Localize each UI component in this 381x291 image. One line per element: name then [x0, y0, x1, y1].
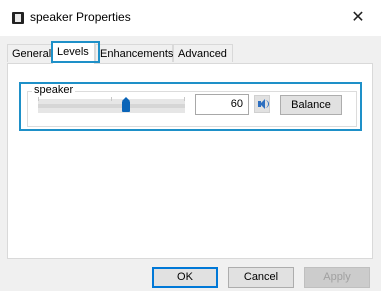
tab-advanced[interactable]: Advanced — [173, 44, 233, 62]
volume-slider[interactable] — [38, 95, 185, 117]
cancel-button[interactable]: Cancel — [228, 267, 294, 288]
window-title: speaker Properties — [30, 10, 131, 24]
close-button[interactable]: ✕ — [335, 0, 381, 36]
volume-value-field[interactable]: 60 — [195, 94, 249, 115]
tab-levels[interactable]: Levels — [52, 42, 95, 64]
speaker-app-icon — [12, 12, 24, 24]
sound-wave-shape — [265, 100, 269, 108]
slider-tick — [184, 97, 185, 101]
title-bar: speaker Properties ✕ — [0, 0, 381, 36]
tab-enhancements[interactable]: Enhancements — [95, 44, 173, 62]
dialog-body: General Levels Enhancements Advanced spe… — [0, 36, 381, 291]
slider-groove — [38, 104, 185, 108]
tab-general[interactable]: General — [7, 44, 52, 62]
apply-button[interactable]: Apply — [304, 267, 370, 288]
mute-toggle-button[interactable] — [254, 95, 270, 113]
speaker-level-group: speaker 60 Balance — [19, 82, 362, 131]
levels-panel: speaker 60 Balance — [7, 63, 373, 259]
balance-button[interactable]: Balance — [280, 95, 342, 115]
ok-button[interactable]: OK — [152, 267, 218, 288]
slider-thumb[interactable] — [122, 97, 130, 112]
slider-tick — [111, 97, 112, 101]
slider-tick — [38, 97, 39, 101]
